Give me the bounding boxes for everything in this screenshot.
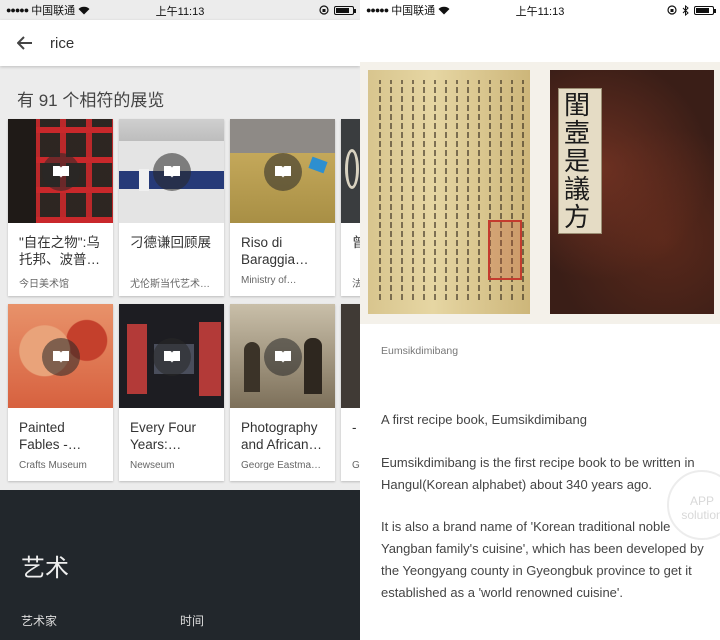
- status-bar: ●●●●● 中国联通 上午11:13: [360, 0, 720, 20]
- exhibition-card[interactable]: Every Four Years:… Newseum: [119, 304, 224, 481]
- results-count-heading: 有 91 个相符的展览: [17, 91, 165, 110]
- book-icon: [42, 338, 80, 376]
- card-title: 曾…: [352, 235, 360, 250]
- category-artists-link[interactable]: 艺术家: [21, 612, 57, 629]
- card-venue: G…: [352, 460, 360, 471]
- status-bar: ●●●●● 中国联通 上午11:13: [0, 0, 360, 20]
- card-venue: 尤伦斯当代艺术…: [130, 279, 210, 290]
- card-title: Riso di Baraggia…: [241, 235, 309, 267]
- arrow-left-icon: [17, 36, 32, 50]
- book-cover: 閨壼是議方: [550, 70, 714, 314]
- description-paragraph: It is also a brand name of 'Korean tradi…: [381, 519, 704, 600]
- card-venue: 今日美术馆: [19, 279, 69, 290]
- image-caption: Eumsikdimibang: [381, 345, 459, 357]
- card-venue: Ministry of…: [241, 275, 297, 286]
- exhibition-thumbnail: [341, 304, 360, 408]
- wifi-icon: [438, 6, 450, 14]
- book-icon: [153, 338, 191, 376]
- card-title: 刁德谦回顾展: [130, 235, 211, 250]
- category-section: 艺术 艺术家 时间: [0, 490, 360, 640]
- book-icon: [153, 153, 191, 191]
- exhibition-card[interactable]: Photography and African… George Eastma…: [230, 304, 335, 481]
- exhibition-thumbnail: [119, 304, 224, 408]
- exhibition-thumbnail: [119, 119, 224, 223]
- card-title: Photography and African…: [241, 420, 323, 452]
- card-venue: Newseum: [130, 460, 175, 471]
- carrier: ●●●●● 中国联通: [6, 2, 90, 18]
- exhibition-thumbnail: [8, 304, 113, 408]
- card-venue: Crafts Museum: [19, 460, 87, 471]
- carrier-name: 中国联通: [391, 5, 436, 17]
- bluetooth-icon: [682, 4, 689, 16]
- description-heading: A first recipe book, Eumsikdimibang: [381, 412, 587, 427]
- artwork-image[interactable]: 閨壼是議方: [360, 62, 720, 324]
- card-venue: George Eastma…: [241, 460, 322, 471]
- exhibition-thumbnail: [230, 304, 335, 408]
- back-button[interactable]: [0, 20, 50, 66]
- exhibition-thumbnail: [8, 119, 113, 223]
- exhibition-card[interactable]: Painted Fables -… Crafts Museum: [8, 304, 113, 481]
- signal-icon: ●●●●●: [366, 5, 389, 15]
- book-cover-title: 閨壼是議方: [564, 91, 591, 233]
- category-title: 艺术: [21, 555, 69, 582]
- book-icon: [42, 153, 80, 191]
- orientation-lock-icon: [667, 5, 677, 15]
- card-venue: 法…: [352, 279, 360, 290]
- exhibition-search-screen: ●●●●● 中国联通 上午11:13 rice 有 91 个相符的展览 "自在之…: [0, 0, 360, 640]
- card-title: Every Four Years:…: [130, 420, 197, 452]
- search-toolbar: rice: [0, 20, 360, 66]
- battery-icon: [694, 5, 716, 15]
- manuscript-page: [368, 70, 530, 314]
- exhibition-card-partial[interactable]: 曾… 法…: [341, 119, 360, 296]
- book-icon: [264, 153, 302, 191]
- signal-icon: ●●●●●: [6, 5, 29, 15]
- card-title: Painted Fables -…: [19, 420, 82, 452]
- exhibition-thumbnail: [341, 119, 360, 223]
- exhibition-card[interactable]: Riso di Baraggia… Ministry of…: [230, 119, 335, 296]
- book-icon: [264, 338, 302, 376]
- battery-icon: [334, 5, 356, 15]
- carrier: ●●●●● 中国联通: [366, 2, 450, 18]
- card-title: "自在之物":乌托邦、波普…: [19, 235, 100, 267]
- card-title: - T…: [352, 420, 360, 435]
- category-time-link[interactable]: 时间: [180, 612, 204, 629]
- wifi-icon: [78, 6, 90, 14]
- description-paragraph: Eumsikdimibang is the first recipe book …: [381, 455, 695, 492]
- orientation-lock-icon: [319, 5, 329, 15]
- search-query[interactable]: rice: [50, 35, 74, 52]
- artwork-detail-screen: ●●●●● 中国联通 上午11:13 閨壼是議方 Eumsikdimibang …: [360, 0, 720, 640]
- exhibition-card[interactable]: 刁德谦回顾展 尤伦斯当代艺术…: [119, 119, 224, 296]
- carrier-name: 中国联通: [31, 5, 76, 17]
- exhibition-card[interactable]: "自在之物":乌托邦、波普… 今日美术馆: [8, 119, 113, 296]
- exhibition-card-partial[interactable]: - T… G…: [341, 304, 360, 481]
- exhibition-thumbnail: [230, 119, 335, 223]
